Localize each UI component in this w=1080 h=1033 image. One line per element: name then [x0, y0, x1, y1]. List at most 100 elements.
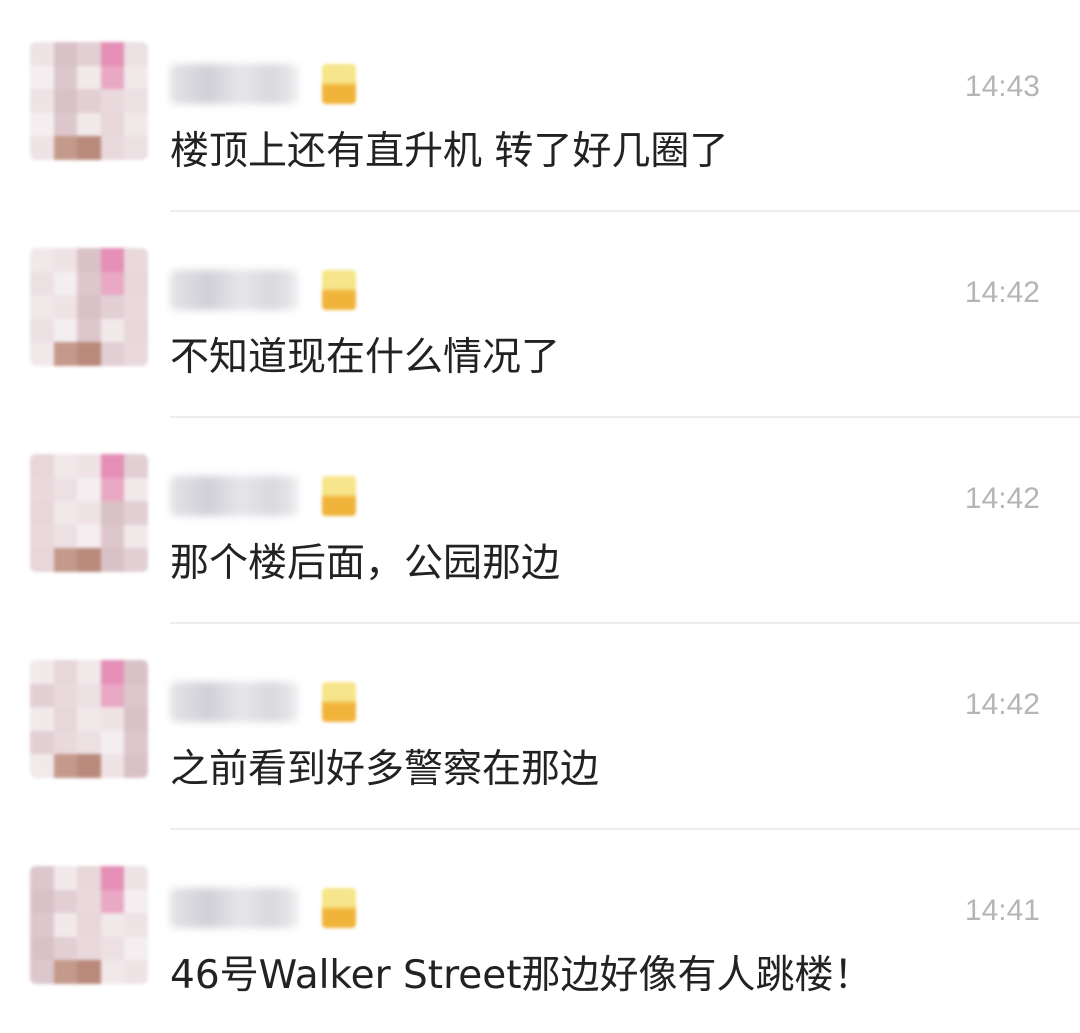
message-item[interactable]: 14:43 楼顶上还有直升机 转了好几圈了: [0, 6, 1080, 212]
avatar-pixel: [30, 89, 54, 113]
message-time: 14:41: [964, 894, 1040, 927]
avatar-pixel: [30, 960, 54, 984]
avatar-pixel: [124, 136, 148, 160]
level-badge-icon: [322, 682, 356, 722]
avatar-pixel: [30, 707, 54, 731]
avatar-pixel: [100, 477, 125, 502]
avatar-pixel: [53, 548, 78, 572]
message-time: 14:42: [964, 688, 1040, 721]
avatar-pixel: [53, 707, 78, 731]
message-text: 楼顶上还有直升机 转了好几圈了: [170, 129, 729, 174]
message-item[interactable]: 14:42 之前看到好多警察在那边: [0, 624, 1080, 830]
avatar-pixel: [53, 342, 78, 366]
avatar-pixel: [124, 454, 148, 478]
avatar-pixel: [53, 913, 78, 937]
avatar[interactable]: [30, 866, 148, 984]
avatar[interactable]: [30, 248, 148, 366]
avatar-pixel: [30, 477, 54, 502]
avatar-pixel: [77, 889, 101, 914]
avatar-pixel: [30, 248, 54, 272]
message-text: 不知道现在什么情况了: [170, 335, 561, 380]
avatar-pixel: [77, 866, 101, 890]
avatar-pixel: [77, 89, 101, 113]
avatar-pixel: [30, 524, 54, 549]
avatar-pixel: [124, 889, 148, 914]
sender-name-blurred[interactable]: [170, 476, 298, 516]
avatar-pixel: [77, 960, 101, 984]
avatar-pixel: [77, 936, 101, 961]
avatar-pixel: [124, 89, 148, 113]
avatar-pixel: [124, 866, 148, 890]
avatar-pixel: [100, 936, 125, 961]
avatar-pixel: [77, 707, 101, 731]
avatar-pixel: [53, 112, 78, 137]
avatar-pixel: [100, 501, 125, 525]
avatar-pixel: [100, 318, 125, 343]
avatar-pixel: [124, 660, 148, 684]
avatar-pixel: [100, 960, 125, 984]
avatar-pixel: [30, 342, 54, 366]
level-badge-icon: [322, 270, 356, 310]
avatar-pixel: [30, 454, 54, 478]
avatar-pixel: [124, 318, 148, 343]
sender-name-blurred[interactable]: [170, 682, 298, 722]
avatar-pixel: [30, 936, 54, 961]
avatar-pixel: [124, 683, 148, 708]
avatar-pixel: [77, 454, 101, 478]
avatar-pixel: [53, 960, 78, 984]
avatar-pixel: [30, 548, 54, 572]
avatar-pixel: [100, 730, 125, 755]
sender-name-blurred[interactable]: [170, 270, 298, 310]
avatar-pixel: [124, 477, 148, 502]
sender-name-blurred[interactable]: [170, 64, 298, 104]
avatar-pixel: [53, 295, 78, 319]
avatar-pixel: [53, 136, 78, 160]
avatar-pixel: [53, 248, 78, 272]
level-badge-icon: [322, 476, 356, 516]
avatar-pixel: [53, 524, 78, 549]
avatar-pixel: [100, 913, 125, 937]
avatar[interactable]: [30, 454, 148, 572]
avatar-pixel: [53, 42, 78, 66]
avatar-pixel: [77, 112, 101, 137]
message-item[interactable]: 14:42 不知道现在什么情况了: [0, 212, 1080, 418]
avatar-pixel: [77, 42, 101, 66]
message-text: 那个楼后面，公园那边: [170, 541, 561, 586]
avatar-pixel: [100, 754, 125, 778]
avatar-pixel: [100, 660, 125, 684]
avatar-pixel: [100, 548, 125, 572]
avatar-pixel: [100, 707, 125, 731]
avatar-pixel: [77, 683, 101, 708]
avatar-pixel: [30, 271, 54, 296]
avatar-pixel: [30, 65, 54, 90]
chat-message-list: 14:43 楼顶上还有直升机 转了好几圈了 14:42 不知道现在什么情况了 1…: [0, 0, 1080, 1033]
avatar-pixel: [100, 89, 125, 113]
avatar-pixel: [124, 730, 148, 755]
avatar-pixel: [30, 913, 54, 937]
avatar-pixel: [100, 454, 125, 478]
avatar[interactable]: [30, 42, 148, 160]
avatar-pixel: [124, 42, 148, 66]
avatar[interactable]: [30, 660, 148, 778]
sender-name-blurred[interactable]: [170, 888, 298, 928]
avatar-pixel: [53, 754, 78, 778]
avatar-pixel: [53, 889, 78, 914]
avatar-pixel: [124, 248, 148, 272]
avatar-pixel: [124, 707, 148, 731]
avatar-pixel: [30, 683, 54, 708]
avatar-pixel: [124, 65, 148, 90]
avatar-pixel: [100, 866, 125, 890]
avatar-pixel: [30, 318, 54, 343]
message-item[interactable]: 14:41 46号Walker Street那边好像有人跳楼！: [0, 830, 1080, 1033]
avatar-pixel: [53, 660, 78, 684]
avatar-pixel: [100, 136, 125, 160]
avatar-pixel: [100, 524, 125, 549]
message-time: 14:42: [964, 482, 1040, 515]
level-badge-icon: [322, 64, 356, 104]
avatar-pixel: [77, 730, 101, 755]
avatar-pixel: [53, 65, 78, 90]
avatar-pixel: [124, 960, 148, 984]
message-item[interactable]: 14:42 那个楼后面，公园那边: [0, 418, 1080, 624]
avatar-pixel: [77, 501, 101, 525]
avatar-pixel: [30, 754, 54, 778]
